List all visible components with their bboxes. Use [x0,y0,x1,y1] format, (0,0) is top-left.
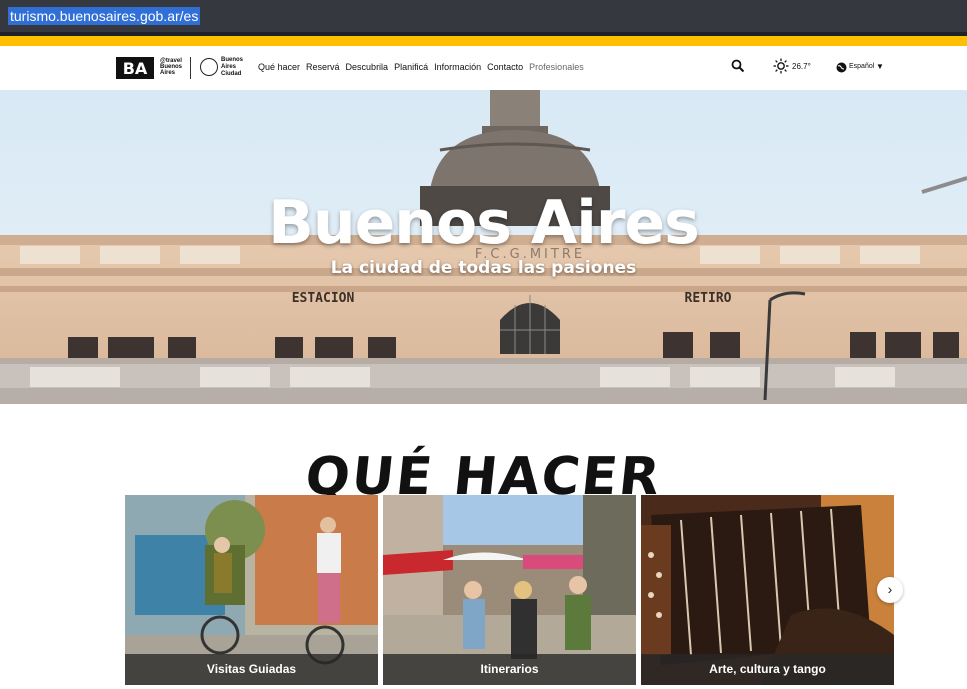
nav-reserva[interactable]: Reservá [306,62,340,72]
card-visitas-guiadas[interactable]: Visitas Guiadas [125,495,378,685]
carousel-next-button[interactable]: › [877,577,903,603]
main-nav: Qué hacer Reservá Descubrila Planificá I… [258,62,584,72]
carousel-prev-button[interactable]: ‹ [120,578,138,602]
url-text[interactable]: turismo.buenosaires.gob.ar/es [8,7,201,25]
nav-descubrila[interactable]: Descubrila [346,62,389,72]
nav-profesionales[interactable]: Profesionales [529,62,584,72]
caret-down-icon[interactable]: ▼ [876,62,884,71]
card-itinerarios[interactable]: Itinerarios [383,495,636,685]
sun-icon [773,58,789,74]
brand-travel-text: @travel Buenos Aires [160,58,183,76]
browser-address-bar[interactable]: turismo.buenosaires.gob.ar/es [0,0,967,32]
globe-icon[interactable] [836,62,847,73]
card-arte-cultura-tango[interactable]: Arte, cultura y tango [641,495,894,685]
logo-divider [190,57,191,79]
hero-banner: ESTACION RETIRO F.C.G.MITRE Buenos Aires… [0,90,967,404]
sign-estacion: ESTACION [292,291,355,306]
nav-planifica[interactable]: Planificá [394,62,428,72]
activity-carousel: Visitas Guiadas Itinerarios Arte, cultur… [125,495,894,685]
temperature: 26.7° [792,62,811,71]
card-label: Itinerarios [383,654,636,685]
city-seal-icon [200,58,218,76]
accent-bar [0,36,967,46]
hero-title: Buenos Aires [268,188,700,258]
nav-que-hacer[interactable]: Qué hacer [258,62,300,72]
site-header: BA @travel Buenos Aires Buenos Aires Ciu… [0,46,967,90]
language-selector[interactable]: Español [849,63,874,70]
search-icon[interactable] [731,59,745,73]
brand-city-text: Buenos Aires Ciudad [221,57,244,77]
card-label: Arte, cultura y tango [641,654,894,685]
ba-logo[interactable]: BA [116,57,154,79]
nav-informacion[interactable]: Información [434,62,481,72]
nav-contacto[interactable]: Contacto [487,62,523,72]
card-label: Visitas Guiadas [125,654,378,685]
hero-subtitle: La ciudad de todas las pasiones [330,258,637,278]
sign-retiro: RETIRO [685,291,732,306]
svg-text:BA: BA [123,59,148,78]
